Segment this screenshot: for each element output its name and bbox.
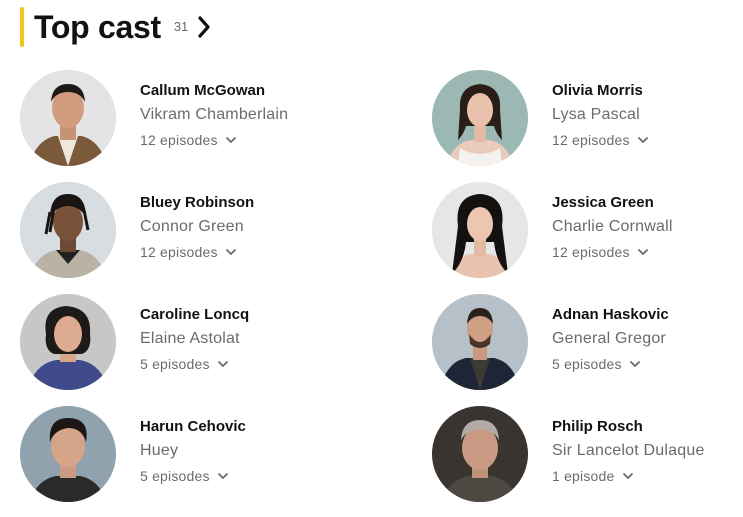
- episodes-dropdown[interactable]: 12 episodes: [552, 131, 649, 149]
- actor-name[interactable]: Jessica Green: [552, 193, 673, 213]
- character-name[interactable]: Elaine Astolat: [140, 329, 249, 349]
- actor-photo[interactable]: [20, 406, 116, 502]
- episodes-label: 5 episodes: [140, 356, 210, 372]
- character-name[interactable]: Lysa Pascal: [552, 105, 649, 125]
- actor-photo[interactable]: [20, 294, 116, 390]
- chevron-down-icon: [637, 134, 649, 146]
- character-name[interactable]: Sir Lancelot Dulaque: [552, 441, 705, 461]
- actor-photo[interactable]: [432, 70, 528, 166]
- cast-item: Adnan Haskovic General Gregor 5 episodes: [432, 294, 732, 394]
- actor-name[interactable]: Bluey Robinson: [140, 193, 254, 213]
- actor-name[interactable]: Philip Rosch: [552, 417, 705, 437]
- actor-photo[interactable]: [432, 406, 528, 502]
- cast-item: Jessica Green Charlie Cornwall 12 episod…: [432, 182, 732, 282]
- character-name[interactable]: Charlie Cornwall: [552, 217, 673, 237]
- episodes-label: 12 episodes: [552, 132, 630, 148]
- chevron-down-icon: [637, 246, 649, 258]
- character-name[interactable]: Connor Green: [140, 217, 254, 237]
- cast-item: Bluey Robinson Connor Green 12 episodes: [20, 182, 320, 282]
- chevron-down-icon: [629, 358, 641, 370]
- episodes-dropdown[interactable]: 5 episodes: [552, 355, 669, 373]
- episodes-label: 12 episodes: [552, 244, 630, 260]
- character-name[interactable]: Vikram Chamberlain: [140, 105, 288, 125]
- actor-name[interactable]: Olivia Morris: [552, 81, 649, 101]
- episodes-dropdown[interactable]: 5 episodes: [140, 467, 246, 485]
- episodes-dropdown[interactable]: 12 episodes: [552, 243, 673, 261]
- cast-item: Harun Cehovic Huey 5 episodes: [20, 406, 320, 506]
- actor-photo[interactable]: [20, 70, 116, 166]
- character-name[interactable]: General Gregor: [552, 329, 669, 349]
- chevron-down-icon: [225, 134, 237, 146]
- character-name[interactable]: Huey: [140, 441, 246, 461]
- chevron-down-icon: [225, 246, 237, 258]
- cast-item: Caroline Loncq Elaine Astolat 5 episodes: [20, 294, 320, 394]
- chevron-down-icon: [217, 358, 229, 370]
- actor-name[interactable]: Adnan Haskovic: [552, 305, 669, 325]
- episodes-dropdown[interactable]: 12 episodes: [140, 243, 254, 261]
- episodes-label: 12 episodes: [140, 132, 218, 148]
- cast-list: Callum McGowan Vikram Chamberlain 12 epi…: [0, 0, 743, 517]
- actor-photo[interactable]: [20, 182, 116, 278]
- cast-item: Philip Rosch Sir Lancelot Dulaque 1 epis…: [432, 406, 732, 506]
- episodes-dropdown[interactable]: 12 episodes: [140, 131, 288, 149]
- episodes-dropdown[interactable]: 5 episodes: [140, 355, 249, 373]
- episodes-label: 12 episodes: [140, 244, 218, 260]
- actor-photo[interactable]: [432, 182, 528, 278]
- episodes-label: 5 episodes: [552, 356, 622, 372]
- episodes-label: 5 episodes: [140, 468, 210, 484]
- cast-item: Callum McGowan Vikram Chamberlain 12 epi…: [20, 70, 320, 170]
- actor-name[interactable]: Callum McGowan: [140, 81, 288, 101]
- chevron-down-icon: [622, 470, 634, 482]
- episodes-dropdown[interactable]: 1 episode: [552, 467, 705, 485]
- cast-item: Olivia Morris Lysa Pascal 12 episodes: [432, 70, 732, 170]
- chevron-down-icon: [217, 470, 229, 482]
- actor-name[interactable]: Caroline Loncq: [140, 305, 249, 325]
- episodes-label: 1 episode: [552, 468, 615, 484]
- actor-photo[interactable]: [432, 294, 528, 390]
- actor-name[interactable]: Harun Cehovic: [140, 417, 246, 437]
